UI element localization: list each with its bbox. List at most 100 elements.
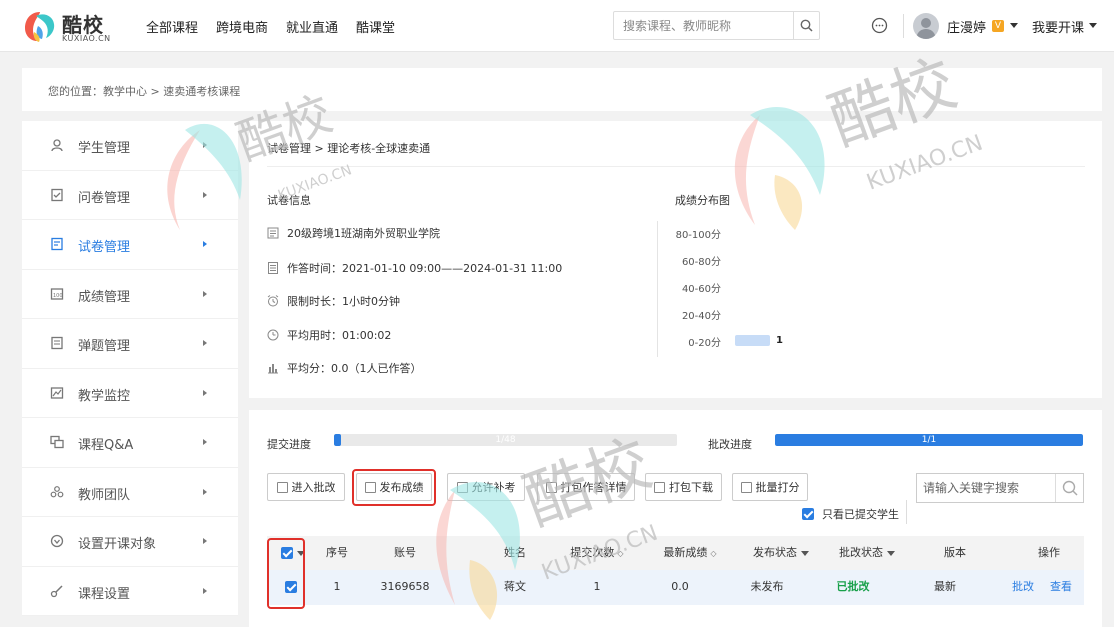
message-icon[interactable] [871,17,888,34]
pack-answers-button[interactable]: 打包作答详情 [537,473,635,501]
clock-icon [267,329,279,341]
target-icon [50,534,64,548]
search-icon [800,19,813,32]
breadcrumb-bar: 您的位置：教学中心 > 速卖通考核课程 [22,68,1102,111]
sidebar-item-6[interactable]: 教学监控 [22,369,238,418]
sidebar-item-10[interactable]: 课程设置 [22,567,238,616]
nav-kuketang[interactable]: 酷课堂 [356,17,395,36]
sidebar-item-1[interactable]: 学生管理 [22,121,238,171]
batch-score-button[interactable]: 批量打分 [732,473,808,501]
grade-progress-text: 1/1 [921,435,937,445]
publish-button-highlight [352,469,436,506]
exam-info-panel: 试卷管理 > 理论考核-全球速卖通 试卷信息 20级跨境1班湖南外贸职业学院 作… [249,121,1102,398]
chevron-right-icon [203,191,207,198]
keyword-search-input[interactable] [917,474,1052,502]
sidebar-item-5[interactable]: 弹题管理 [22,319,238,369]
panel-divider [267,166,1085,167]
avg-time-row: 平均用时： 01:00:02 [267,327,391,343]
time-limit-value: 1小时0分钟 [342,295,400,308]
keyword-search-button[interactable] [1055,474,1083,502]
pack-download-label: 打包下载 [669,481,713,494]
sidebar-item-2[interactable]: 问卷管理 [22,171,238,220]
cell-submit-count: 1 [593,580,601,593]
user-menu-chevron-down-icon[interactable] [1010,23,1018,28]
cell-grade-status: 已批改 [836,580,870,593]
start-course-menu[interactable]: 我要开课 [1032,17,1084,36]
class-row: 20级跨境1班湖南外贸职业学院 [267,225,440,241]
chevron-right-icon [203,290,207,297]
allow-retake-label: 允许补考 [471,481,516,494]
avg-score-row: 平均分： 0.0（1人已作答） [267,360,422,376]
user-name[interactable]: 庄漫婷 [947,17,986,36]
answer-time-value: 2021-01-10 09:00——2024-01-31 11:00 [342,261,563,275]
filter-chevron-down-icon [801,550,809,556]
enter-grading-label: 进入批改 [291,481,336,494]
sidebar-item-label: 课程Q&A [78,438,134,453]
sidebar-item-4[interactable]: 100 成绩管理 [22,270,238,319]
exam-path: 试卷管理 > 理论考核-全球速卖通 [267,142,431,155]
cell-publish-status: 未发布 [750,580,784,593]
sidebar-item-8[interactable]: 教师团队 [22,468,238,517]
cell-account: 3169658 [380,580,430,593]
sidebar-item-label: 教师团队 [78,487,131,503]
chevron-right-icon [203,241,207,247]
col-latest-score[interactable]: 最新成绩 ◇ [645,536,735,570]
cell-index: 1 [333,580,341,593]
table-header: 序号 账号 姓名 提交次数 ◇ 最新成绩 ◇ 发布状态 批改状态 版本 操作 [267,536,1084,570]
nav-employment[interactable]: 就业直通 [286,17,338,36]
nav-all-courses[interactable]: 全部课程 [146,17,198,36]
cell-actions: 批改 查看 [1002,570,1082,604]
sidebar: 学生管理问卷管理试卷管理 100 成绩管理 弹题管理 教学监控课程Q&A 教师团队设置开课… [22,121,238,616]
nav-cross-border[interactable]: 跨境电商 [216,17,268,36]
sidebar-item-9[interactable]: 设置开课对象 [22,517,238,567]
survey-icon [51,188,63,201]
class-name: 20级跨境1班湖南外贸职业学院 [287,227,440,240]
chart-category-label: 0-20分 [688,338,721,349]
chevron-right-icon [203,587,207,594]
pack-download-button[interactable]: 打包下载 [645,473,722,501]
chart-category-label: 80-100分 [675,230,721,241]
batch-score-label: 批量打分 [755,481,800,494]
grade-progress-label: 批改进度 [708,438,752,451]
checkbox-column-highlight [267,538,305,609]
cell-version: 最新 [934,580,956,593]
retake-icon [456,481,468,493]
course-search-input[interactable] [614,12,794,39]
view-link[interactable]: 查看 [1050,570,1072,604]
sidebar-item-label: 问卷管理 [78,190,131,206]
enter-grading-button[interactable]: 进入批改 [267,473,345,501]
cell-latest-score: 0.0 [671,580,689,593]
alarm-clock-icon [267,295,279,307]
edit-icon [276,481,288,493]
sidebar-item-label: 设置开课对象 [78,537,157,552]
allow-retake-button[interactable]: 允许补考 [447,473,525,501]
col-version: 版本 [944,546,966,559]
avg-score-value: 0.0（1人已作答） [331,362,422,375]
chart-category-label: 60-80分 [681,257,721,268]
avatar[interactable] [913,13,939,39]
answer-time-row: 作答时间： 2021-01-10 09:00——2024-01-31 11:00 [267,260,562,276]
sidebar-item-3[interactable]: 试卷管理 [22,220,238,270]
monitor-icon [50,386,64,399]
course-search [613,11,820,40]
grade-link[interactable]: 批改 [1012,570,1034,604]
only-submitted-checkbox[interactable] [802,508,814,520]
chevron-right-icon [203,538,207,544]
only-submitted-filter[interactable]: 只看已提交学生 [802,506,899,522]
kuxiao-logo-mark [25,12,55,42]
sidebar-item-7[interactable]: 课程Q&A [22,418,238,468]
avg-score-label: 平均分： [287,362,331,375]
kuxiao-logo[interactable]: 酷校 KUXIAO.CN [22,8,118,44]
avg-time-value: 01:00:02 [342,328,392,342]
start-course-chevron-down-icon[interactable] [1089,23,1097,28]
chart-bar-value: 1 [776,335,783,346]
package-icon [545,481,557,493]
time-limit-label: 限制时长： [287,295,342,308]
col-grade-status[interactable]: 批改状态 [827,536,907,570]
submit-progress-label: 提交进度 [267,438,311,451]
search-button[interactable] [793,12,819,39]
col-actions: 操作 [1038,546,1060,559]
col-submit-count[interactable]: 提交次数 ◇ [557,536,637,570]
col-publish-status[interactable]: 发布状态 [741,536,821,570]
submit-progress-text: 1/48 [495,435,516,445]
